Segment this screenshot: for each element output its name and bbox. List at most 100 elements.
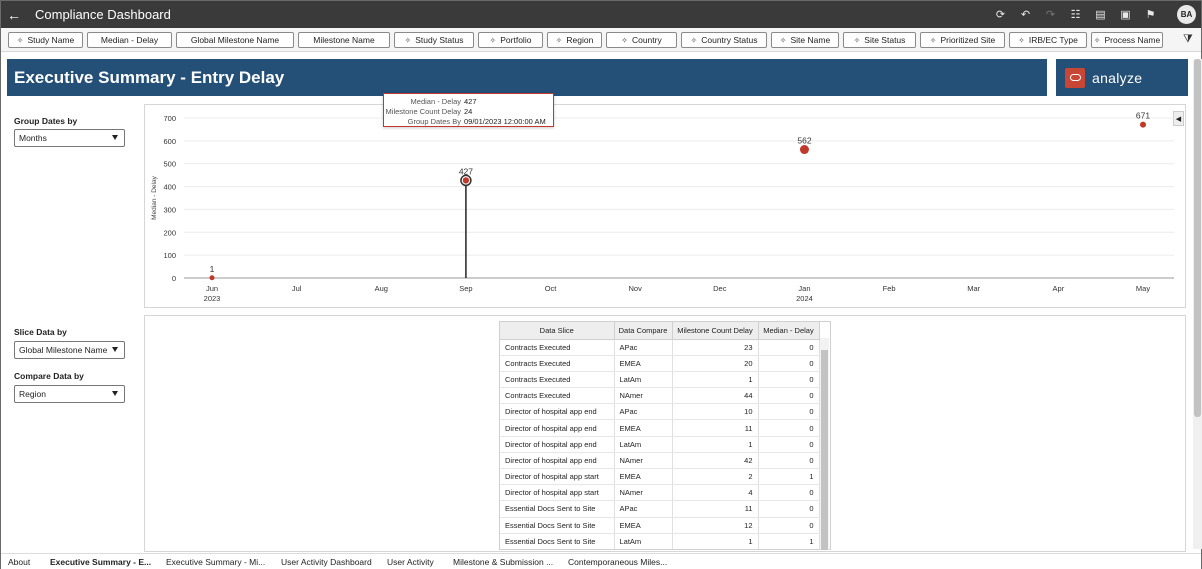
filter-funnel-icon[interactable]: ⧩: [1183, 33, 1193, 46]
table-cell: Director of hospital app end: [500, 436, 615, 453]
tab-6[interactable]: Contemporaneous Miles...: [568, 557, 667, 567]
tooltip-value: 427: [464, 97, 477, 106]
x-tick-label: Nov: [629, 284, 643, 293]
column-header[interactable]: Data Slice: [500, 322, 615, 340]
back-arrow-icon[interactable]: ←: [3, 7, 25, 23]
x-tick-label: Oct: [545, 284, 558, 293]
tab-4[interactable]: User Activity: [387, 557, 434, 567]
tab-0[interactable]: About: [8, 557, 30, 567]
column-header[interactable]: Milestone Count Delay: [672, 322, 759, 340]
table-row[interactable]: Director of hospital app end APac 10 0: [500, 403, 820, 421]
y-tick-label: 500: [163, 160, 176, 169]
table-cell: Director of hospital app end: [500, 419, 615, 437]
table-cell: 0: [758, 387, 820, 405]
table-cell: Essential Docs Sent to Site: [500, 517, 615, 534]
filter-portfolio[interactable]: ✧ Portfolio: [478, 32, 543, 48]
x-tick-label: Jan: [798, 284, 810, 293]
filter-prioritized-site[interactable]: ✧ Prioritized Site: [920, 32, 1005, 48]
comment-icon[interactable]: ▤: [1088, 8, 1113, 21]
bookmark-icon[interactable]: ⚑: [1138, 8, 1163, 21]
header-toolbar: ⟳ ↶ ↷ ☷ ▤ ▣ ⚑: [988, 1, 1163, 28]
table-cell: 0: [758, 371, 820, 389]
table-row[interactable]: Contracts Executed NAmer 44 0: [500, 387, 820, 405]
tab-2[interactable]: Executive Summary - Mi...: [166, 557, 265, 567]
filter-label: Prioritized Site: [940, 35, 996, 45]
filter-label: Country: [631, 35, 662, 45]
tooltip-value: 24: [464, 107, 473, 116]
table-cell: Essential Docs Sent to Site: [500, 533, 615, 549]
filter-region[interactable]: ✧ Region: [547, 32, 602, 48]
table-cell: 1: [672, 371, 759, 389]
page-scrollbar[interactable]: [1193, 59, 1202, 549]
table-row[interactable]: Director of hospital app start NAmer 4 0: [500, 484, 820, 502]
tab-5[interactable]: Milestone & Submission ...: [453, 557, 553, 567]
median-delay-chart: 0 100 200 300 400 500 600 700 Median - Delay Jun J…: [151, 111, 1174, 303]
pin-icon: ✧: [489, 35, 497, 45]
x-tick-label: Mar: [967, 284, 980, 293]
tooltip-row: Median - Delay 427: [384, 97, 555, 107]
table-row[interactable]: Contracts Executed LatAm 1 0: [500, 371, 820, 389]
logo-text: analyze: [1092, 69, 1143, 86]
table-row[interactable]: Essential Docs Sent to Site EMEA 12 0: [500, 517, 820, 534]
table-header-row: Data Slice Data Compare Milestone Count De…: [500, 322, 820, 340]
table-cell: 1: [672, 436, 759, 453]
table-scrollbar-thumb[interactable]: [821, 350, 828, 550]
table-cell: EMEA: [614, 419, 673, 437]
data-point: [799, 145, 809, 155]
filter-median-delay[interactable]: Median - Delay: [87, 32, 172, 48]
filter-irb-ec-type[interactable]: ✧ IRB/EC Type: [1009, 32, 1087, 48]
table-row[interactable]: Director of hospital app end NAmer 42 0: [500, 452, 820, 470]
table-cell: 2: [672, 468, 759, 486]
tab-1[interactable]: Executive Summary - E...: [50, 557, 151, 567]
tab-3[interactable]: User Activity Dashboard: [281, 557, 372, 567]
group-dates-select[interactable]: Months: [14, 129, 125, 147]
filter-site-name[interactable]: ✧ Site Name: [771, 32, 839, 48]
tooltip-key: Median - Delay: [410, 97, 461, 106]
user-avatar[interactable]: BA: [1177, 5, 1196, 24]
table-row[interactable]: Director of hospital app end LatAm 1 0: [500, 436, 820, 453]
table-cell: 4: [672, 484, 759, 502]
pin-icon: ✧: [1093, 35, 1101, 45]
filter-country-status[interactable]: ✧ Country Status: [681, 32, 767, 48]
table-cell: 0: [758, 419, 820, 437]
table-scrollbar[interactable]: [820, 338, 829, 550]
compare-data-select[interactable]: Region: [14, 385, 125, 403]
data-label: 1: [210, 264, 215, 274]
undo-icon[interactable]: ↶: [1013, 8, 1038, 21]
filter-label: Region: [566, 35, 594, 45]
table-row[interactable]: Contracts Executed EMEA 20 0: [500, 355, 820, 372]
redo-icon: ↷: [1045, 9, 1056, 21]
x-year-label: 2023: [204, 294, 221, 303]
chart-tooltip: Median - Delay 427 Milestone Count Delay 24…: [383, 93, 554, 127]
column-header[interactable]: Data Compare: [614, 322, 673, 340]
filter-site-status[interactable]: ✧ Site Status: [843, 32, 916, 48]
column-header[interactable]: Median - Delay: [758, 322, 820, 340]
table-cell: NAmer: [614, 452, 673, 470]
page-banner: Executive Summary - Entry Delay: [7, 59, 1047, 96]
y-tick-label: 300: [163, 205, 176, 214]
table-cell: Essential Docs Sent to Site: [500, 500, 615, 518]
table-row[interactable]: Contracts Executed APac 23 0: [500, 339, 820, 356]
filter-milestone-name[interactable]: Milestone Name: [298, 32, 390, 48]
filter-bar: › ⧩ ✧Study NameMedian - DelayGlobal Mile…: [1, 28, 1201, 52]
table-cell: APac: [614, 403, 673, 421]
export-icon[interactable]: ▣: [1113, 8, 1138, 21]
x-tick-label: Jun: [206, 284, 218, 293]
filter-study-status[interactable]: ✧ Study Status: [394, 32, 474, 48]
data-label: 427: [459, 166, 473, 176]
table-row[interactable]: Director of hospital app end EMEA 11 0: [500, 419, 820, 437]
tooltip-row: Milestone Count Delay 24: [384, 107, 555, 117]
table-row[interactable]: Director of hospital app start EMEA 2 1: [500, 468, 820, 486]
slice-data-select[interactable]: Global Milestone Name: [14, 341, 125, 359]
database-icon[interactable]: ☷: [1063, 8, 1088, 21]
filter-process-name[interactable]: ✧ Process Name: [1091, 32, 1163, 48]
page-scrollbar-thumb[interactable]: [1194, 59, 1201, 417]
refresh-icon[interactable]: ⟳: [988, 8, 1013, 21]
table-row[interactable]: Essential Docs Sent to Site APac 11 0: [500, 500, 820, 518]
filter-country[interactable]: ✧ Country: [606, 32, 677, 48]
table-row[interactable]: Essential Docs Sent to Site LatAm 1 1: [500, 533, 820, 549]
page-title: Executive Summary - Entry Delay: [14, 67, 285, 87]
filter-global-milestone-name[interactable]: Global Milestone Name: [176, 32, 294, 48]
table-cell: LatAm: [614, 533, 673, 549]
filter-study-name[interactable]: ✧ Study Name: [8, 32, 83, 48]
